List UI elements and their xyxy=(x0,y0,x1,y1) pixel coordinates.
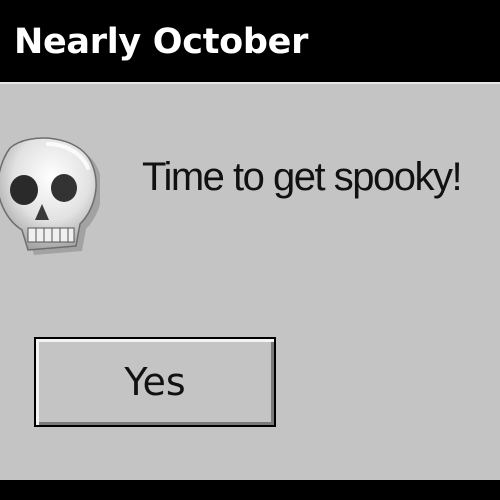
message-text: Time to get spooky! xyxy=(142,155,463,199)
yes-button[interactable]: Yes xyxy=(34,337,276,427)
title-bar[interactable]: Nearly October xyxy=(0,0,500,82)
message-dialog: Nearly October Time to get spooky! Yes xyxy=(0,0,500,500)
window-bottom-edge xyxy=(0,480,500,500)
skull-icon xyxy=(0,137,100,255)
window-title: Nearly October xyxy=(14,22,309,62)
dialog-body: Time to get spooky! Yes xyxy=(0,82,500,480)
yes-button-label: Yes xyxy=(124,360,186,404)
